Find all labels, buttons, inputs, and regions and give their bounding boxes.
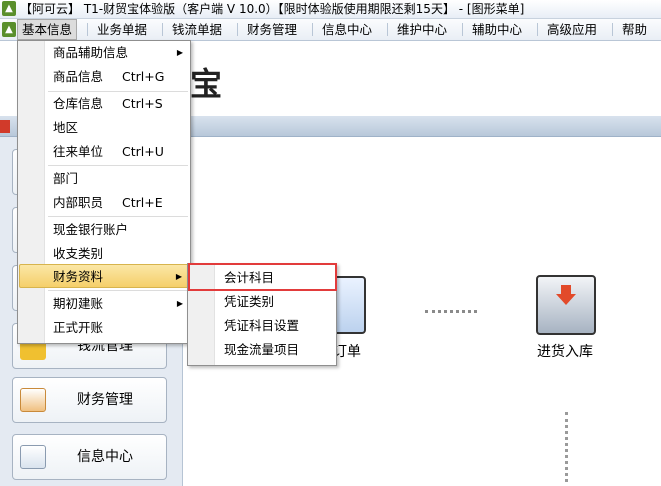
menu-item-label: 财务资料 (53, 269, 104, 284)
window-title: 【阿可云】 T1-财贸宝体验版（客户端 V 10.0）【限时体验版使用期限还剩1… (20, 2, 525, 16)
menu-basic-info[interactable]: 基本信息 (17, 19, 77, 40)
title-bar: ▲ 【阿可云】 T1-财贸宝体验版（客户端 V 10.0）【限时体验版使用期限还… (0, 0, 661, 19)
menu-info-center[interactable]: 信息中心 (322, 19, 372, 40)
menu-finance[interactable]: 财务管理 (247, 19, 297, 40)
purchase-in-icon[interactable] (536, 275, 596, 335)
menu-separator (48, 165, 188, 166)
menu-item-label: 商品信息 (53, 69, 104, 84)
menu-item-label: 仓库信息 (53, 96, 104, 111)
mail-bulb-icon (20, 445, 46, 469)
menu-item-label: 收支类别 (53, 246, 104, 261)
submenu-item-cashflow-items[interactable]: 现金流量项目 (189, 338, 335, 362)
calendar-icon (20, 388, 46, 412)
menu-auxiliary[interactable]: 辅助中心 (472, 19, 522, 40)
menu-item-partners[interactable]: 往来单位 Ctrl+U (19, 140, 189, 164)
menu-item-label: 地区 (53, 120, 79, 135)
nav-button-info-center[interactable]: 信息中心 (12, 434, 167, 480)
nav-button-label: 信息中心 (77, 449, 133, 465)
nav-button-label: 财务管理 (77, 392, 133, 408)
menu-item-shortcut: Ctrl+S (122, 96, 163, 111)
submenu-item-voucher-account[interactable]: 凭证科目设置 (189, 314, 335, 338)
menu-item-label: 正式开账 (53, 320, 104, 335)
menu-app-icon[interactable]: ▲ (2, 22, 16, 37)
menu-item-label: 商品辅助信息 (53, 45, 129, 60)
menu-help[interactable]: 帮助 (622, 19, 647, 40)
menu-item-label: 往来单位 (53, 144, 104, 159)
menu-business-docs[interactable]: 业务单据 (97, 19, 147, 40)
submenu-arrow-icon: ▶ (175, 272, 182, 281)
menu-item-label: 期初建账 (53, 296, 104, 311)
flow-connector (425, 310, 477, 313)
submenu-arrow-icon: ▶ (176, 299, 183, 308)
menu-separator (462, 23, 463, 36)
menu-cashflow-docs[interactable]: 钱流单据 (172, 19, 222, 40)
menu-item-opening[interactable]: 期初建账 ▶ (19, 292, 189, 316)
submenu-item-label: 现金流量项目 (224, 342, 300, 357)
nav-button-finance[interactable]: 财务管理 (12, 377, 167, 423)
flow-connector (565, 412, 568, 482)
menu-item-department[interactable]: 部门 (19, 167, 189, 191)
menu-item-shortcut: Ctrl+G (122, 69, 165, 84)
menu-item-label: 内部职员 (53, 195, 104, 210)
menu-item-goods-aux[interactable]: 商品辅助信息 ▶ (19, 41, 189, 65)
menu-separator (162, 23, 163, 36)
menu-item-warehouse[interactable]: 仓库信息 Ctrl+S (19, 92, 189, 116)
submenu-item-label: 凭证科目设置 (224, 318, 300, 333)
banner: 宝 (190, 41, 661, 116)
app-logo-icon: ▲ (2, 1, 16, 16)
menu-item-label: 部门 (53, 171, 79, 186)
menu-item-region[interactable]: 地区 (19, 116, 189, 140)
menu-separator (537, 23, 538, 36)
menu-item-shortcut: Ctrl+E (122, 195, 163, 210)
submenu-arrow-icon: ▶ (176, 48, 183, 57)
menu-bar: ▲ 基本信息 业务单据 钱流单据 财务管理 信息中心 维护中心 辅助中心 高级应… (0, 19, 661, 41)
menu-separator (387, 23, 388, 36)
menu-separator (237, 23, 238, 36)
menu-separator (312, 23, 313, 36)
menu-separator (612, 23, 613, 36)
menu-item-shortcut: Ctrl+U (122, 144, 164, 159)
menu-item-cash-bank[interactable]: 现金银行账户 (19, 218, 189, 242)
menu-item-label: 现金银行账户 (53, 222, 129, 237)
basic-info-dropdown: 商品辅助信息 ▶ 商品信息 Ctrl+G 仓库信息 Ctrl+S 地区 往来单位… (17, 40, 191, 344)
menu-item-finance-data[interactable]: 财务资料 ▶ (19, 264, 189, 288)
menu-maintenance[interactable]: 维护中心 (397, 19, 447, 40)
menu-item-goods-info[interactable]: 商品信息 Ctrl+G (19, 65, 189, 89)
menu-advanced[interactable]: 高级应用 (547, 19, 597, 40)
menu-item-formal-open[interactable]: 正式开账 (19, 316, 189, 340)
menu-separator (48, 216, 188, 217)
menu-item-staff[interactable]: 内部职员 Ctrl+E (19, 191, 189, 215)
tab-marker-icon (0, 120, 10, 133)
order-label[interactable]: 订单 (333, 341, 361, 361)
submenu-item-voucher-type[interactable]: 凭证类别 (189, 290, 335, 314)
submenu-item-label: 凭证类别 (224, 294, 275, 309)
menu-separator (87, 23, 88, 36)
banner-title: 宝 (190, 65, 223, 103)
menu-item-income-expense[interactable]: 收支类别 (19, 242, 189, 266)
menu-separator (48, 290, 188, 291)
annotation-highlight-box (188, 263, 337, 291)
purchase-in-label[interactable]: 进货入库 (537, 341, 593, 361)
